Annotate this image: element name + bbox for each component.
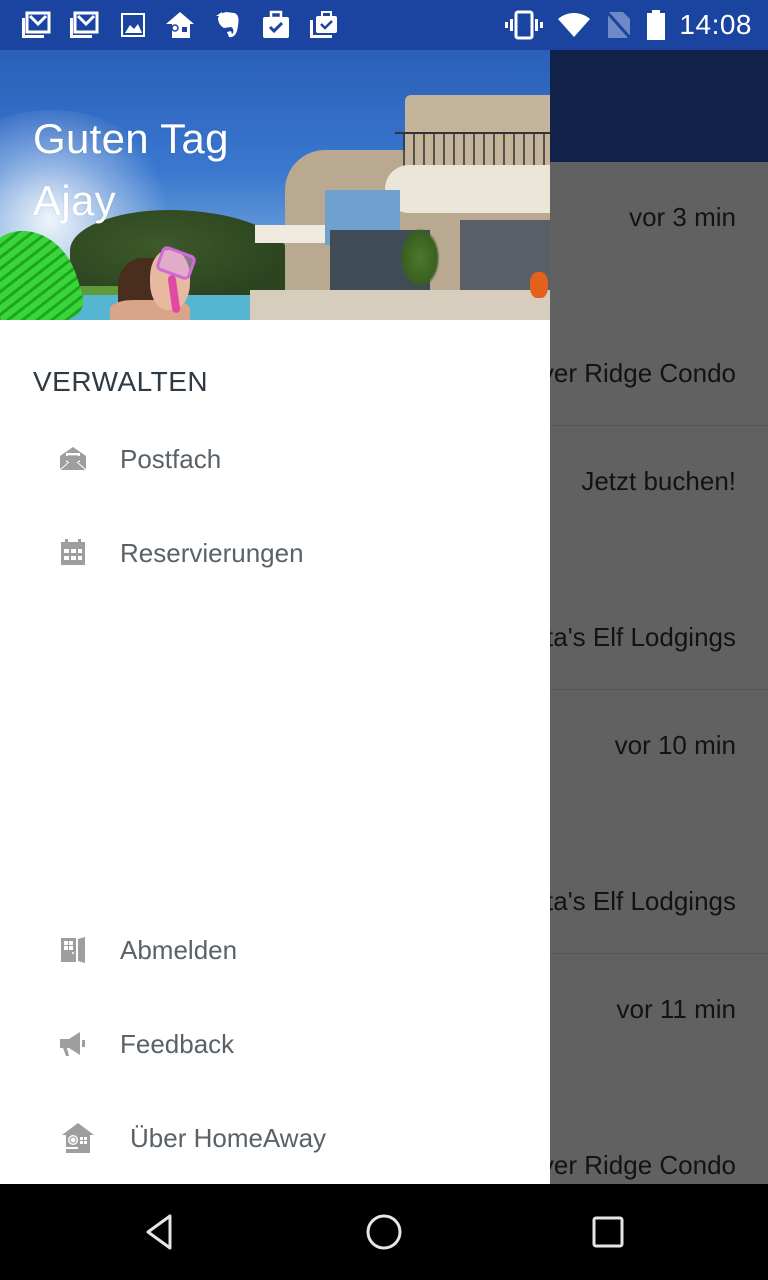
drawer-item-reservierungen[interactable]: Reservierungen <box>0 513 550 593</box>
homeaway-house-icon <box>60 1121 96 1155</box>
gmail-icon <box>68 10 100 40</box>
back-button[interactable] <box>136 1208 184 1256</box>
megaphone-icon <box>58 1029 88 1059</box>
drawer-item-label: Reservierungen <box>120 537 304 568</box>
drawer-item-ueber-homeaway[interactable]: Über HomeAway <box>0 1098 550 1178</box>
calendar-icon <box>58 538 88 568</box>
wifi-icon <box>557 11 591 39</box>
clock: 14:08 <box>679 9 752 40</box>
door-exit-icon <box>58 935 88 965</box>
battery-icon <box>647 10 666 40</box>
drawer-item-feedback[interactable]: Feedback <box>0 1004 550 1084</box>
drawer-item-abmelden[interactable]: Abmelden <box>0 910 550 990</box>
status-bar: 14:08 <box>0 0 768 50</box>
drawer-item-label: Abmelden <box>120 934 238 965</box>
home-button[interactable] <box>360 1208 408 1256</box>
section-title: VERWALTEN <box>33 366 209 397</box>
greeting-text: Guten Tag <box>33 115 229 162</box>
recents-button[interactable] <box>584 1208 632 1256</box>
drawer-item-label: Postfach <box>120 443 222 474</box>
gmail-icon <box>20 10 52 40</box>
drawer-item-postfach[interactable]: Postfach <box>0 419 550 499</box>
recents-icon <box>592 1216 624 1248</box>
drawer-item-label: Feedback <box>120 1028 235 1059</box>
envelope-open-icon <box>58 444 88 474</box>
image-icon <box>118 10 150 40</box>
user-name: Ajay <box>33 177 116 224</box>
briefcase-check-icon <box>308 10 340 40</box>
briefcase-check-icon <box>260 10 292 40</box>
drawer-header-image: Guten Tag Ajay <box>0 50 550 320</box>
navigation-drawer: Guten Tag Ajay VERWALTEN Postfach Reserv… <box>0 50 550 1184</box>
evernote-icon <box>212 10 244 40</box>
home-icon <box>366 1214 402 1250</box>
no-sim-icon <box>605 10 633 40</box>
drawer-item-label: Über HomeAway <box>130 1122 327 1153</box>
vibrate-icon <box>505 10 544 40</box>
greeting: Guten Tag Ajay <box>33 108 229 232</box>
system-nav-bar <box>0 1184 768 1280</box>
homeaway-icon <box>164 10 196 40</box>
back-icon <box>146 1214 172 1250</box>
